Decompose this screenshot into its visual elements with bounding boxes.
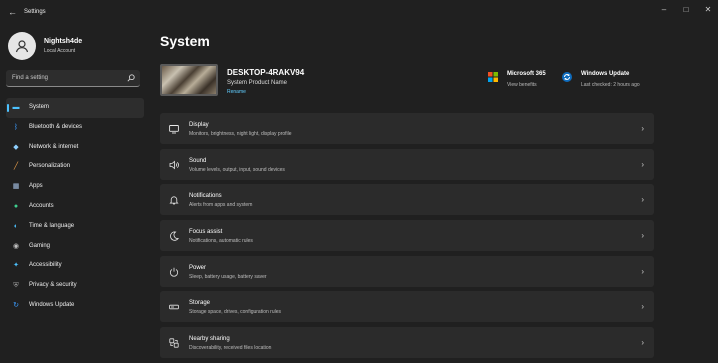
shield-icon: ⛨ xyxy=(13,282,19,290)
sidebar-item-time-language[interactable]: ◐ Time & language xyxy=(0,217,150,237)
sidebar-item-label: Bluetooth & devices xyxy=(29,123,83,130)
card-title: Nearby sharing xyxy=(189,336,230,343)
display-icon xyxy=(169,124,179,134)
windows-update-tile[interactable]: Windows Update Last checked: 2 hours ago xyxy=(562,68,654,92)
sidebar-item-windows-update[interactable]: ↻ Windows Update xyxy=(0,296,150,316)
card-title: Storage xyxy=(189,300,211,307)
user-name: Nightsh4de xyxy=(44,38,83,45)
settings-card-focus-assist[interactable]: Focus assist Notifications, automatic rul… xyxy=(160,220,654,252)
sidebar-item-label: System xyxy=(29,104,50,110)
focus-assist-icon xyxy=(169,231,179,241)
brush-icon: ╱ xyxy=(13,163,19,171)
chevron-right-icon: › xyxy=(641,231,644,241)
active-indicator xyxy=(7,104,9,112)
chevron-right-icon: › xyxy=(641,266,644,276)
card-subtitle: Storage space, drives, configuration rul… xyxy=(189,309,281,316)
chevron-right-icon: › xyxy=(641,159,644,169)
chevron-right-icon: › xyxy=(641,302,644,312)
sidebar-item-label: Network & internet xyxy=(29,143,79,150)
settings-card-notifications[interactable]: Notifications Alerts from apps and system… xyxy=(160,184,654,216)
microsoft-365-subtitle: View benefits xyxy=(507,82,537,88)
gaming-icon: ◉ xyxy=(12,242,20,250)
nearby-sharing-icon xyxy=(169,338,179,348)
sidebar-item-label: Accessibility xyxy=(29,262,62,269)
page-title: System xyxy=(160,33,210,49)
sidebar-item-label: Windows Update xyxy=(29,301,75,308)
card-title: Sound xyxy=(189,157,207,164)
sidebar-item-system[interactable]: ▬ System xyxy=(6,98,144,118)
sidebar-item-bluetooth-devices[interactable]: ᛒ Bluetooth & devices xyxy=(0,118,150,138)
minimize-button[interactable]: – xyxy=(654,3,674,17)
card-subtitle: Monitors, brightness, night light, displ… xyxy=(189,131,292,137)
windows-update-icon xyxy=(562,72,572,82)
search-input[interactable]: Find a setting xyxy=(6,70,140,87)
network-icon: ◆ xyxy=(13,143,19,151)
chevron-right-icon: › xyxy=(641,124,644,133)
settings-card-storage[interactable]: Storage Storage space, drives, configurat… xyxy=(160,291,654,323)
notifications-icon xyxy=(169,195,179,205)
sidebar-item-network-internet[interactable]: ◆ Network & internet xyxy=(0,138,150,158)
sidebar-nav: ▬ System ᛒ Bluetooth & devices ◆ Network & in… xyxy=(0,98,150,316)
card-title: Focus assist xyxy=(189,229,223,236)
card-subtitle: Discoverability, received files location xyxy=(189,345,272,352)
sidebar-item-label: Privacy & security xyxy=(29,282,77,289)
card-subtitle: Alerts from apps and system xyxy=(189,202,253,209)
sidebar-item-accounts[interactable]: ● Accounts xyxy=(0,197,150,217)
settings-card-display[interactable]: Display Monitors, brightness, night light… xyxy=(160,113,654,144)
user-icon xyxy=(15,40,29,53)
sidebar: Nightsh4de Local Account Find a setting … xyxy=(0,26,150,363)
settings-card-power[interactable]: Power Sleep, battery usage, battery saver… xyxy=(160,255,654,287)
windows-update-title: Windows Update xyxy=(581,71,630,77)
window-title: Settings xyxy=(24,9,46,15)
search-icon[interactable] xyxy=(127,74,135,82)
search-placeholder: Find a setting xyxy=(12,75,49,81)
close-button[interactable]: ✕ xyxy=(698,3,718,17)
card-subtitle: Notifications, automatic rules xyxy=(189,238,253,245)
sidebar-item-label: Accounts xyxy=(29,202,54,209)
card-title: Display xyxy=(189,122,209,128)
sound-icon xyxy=(169,160,179,170)
microsoft-365-title: Microsoft 365 xyxy=(507,71,546,77)
user-account-type: Local Account xyxy=(44,48,76,54)
rename-link[interactable]: Rename xyxy=(227,89,246,95)
device-thumbnail[interactable] xyxy=(160,64,218,96)
power-icon xyxy=(169,267,179,277)
back-button[interactable]: ← xyxy=(8,7,17,17)
microsoft-365-tile[interactable]: Microsoft 365 View benefits xyxy=(488,68,556,92)
bluetooth-icon: ᛒ xyxy=(13,123,19,131)
card-title: Notifications xyxy=(189,193,222,200)
chevron-right-icon: › xyxy=(641,338,644,348)
avatar[interactable] xyxy=(8,32,36,60)
sidebar-item-privacy-security[interactable]: ⛨ Privacy & security xyxy=(0,276,150,296)
windows-update-subtitle: Last checked: 2 hours ago xyxy=(581,82,640,88)
system-icon: ▬ xyxy=(12,104,20,111)
sidebar-item-apps[interactable]: ▦ Apps xyxy=(0,177,150,197)
device-name: DESKTOP-4RAKV94 xyxy=(227,68,305,77)
sidebar-item-label: Apps xyxy=(29,183,43,190)
settings-list: Display Monitors, brightness, night light… xyxy=(160,113,654,363)
settings-card-nearby-sharing[interactable]: Nearby sharing Discoverability, received … xyxy=(160,327,654,359)
sidebar-item-label: Gaming xyxy=(29,242,51,249)
update-icon: ↻ xyxy=(13,301,19,309)
card-subtitle: Sleep, battery usage, battery saver xyxy=(189,273,267,280)
globe-icon: ◐ xyxy=(13,222,19,230)
card-subtitle: Volume levels, output, input, sound devi… xyxy=(189,166,285,173)
accessibility-icon: ✦ xyxy=(13,262,19,270)
sidebar-item-gaming[interactable]: ◉ Gaming xyxy=(0,237,150,257)
sidebar-item-label: Personalization xyxy=(29,163,71,170)
device-product-name: System Product Name xyxy=(227,80,288,86)
chevron-right-icon: › xyxy=(641,195,644,205)
sidebar-item-personalization[interactable]: ╱ Personalization xyxy=(0,157,150,177)
card-title: Power xyxy=(189,264,207,271)
title-bar: ← Settings – □ ✕ xyxy=(0,0,718,26)
sidebar-item-accessibility[interactable]: ✦ Accessibility xyxy=(0,256,150,276)
accounts-icon: ● xyxy=(13,202,19,210)
settings-card-sound[interactable]: Sound Volume levels, output, input, sound… xyxy=(160,148,654,180)
microsoft-365-icon xyxy=(488,72,498,82)
apps-icon: ▦ xyxy=(12,183,20,191)
storage-icon xyxy=(169,302,179,312)
maximize-button[interactable]: □ xyxy=(676,3,696,17)
sidebar-item-label: Time & language xyxy=(29,222,75,229)
